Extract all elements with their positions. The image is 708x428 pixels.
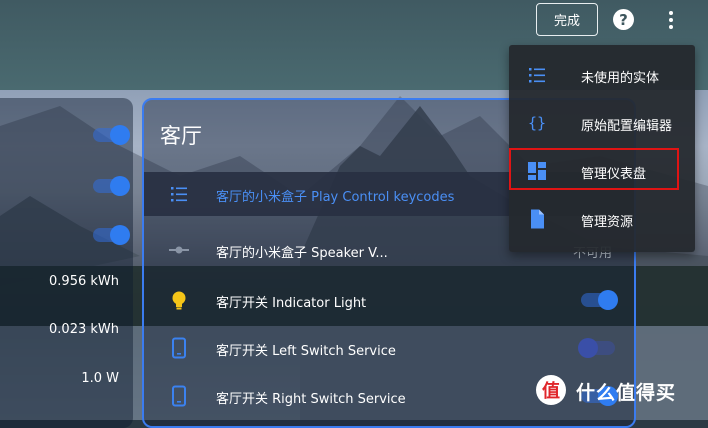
list-icon (171, 187, 187, 202)
entity-label: 客厅的小米盒子 Play Control keycodes (216, 190, 455, 205)
help-icon[interactable]: ? (613, 9, 634, 30)
slider-icon (169, 246, 189, 254)
menu-item-label: 管理资源 (581, 215, 634, 230)
power-value: 1.0 W (81, 371, 119, 386)
svg-text:{}: {} (528, 114, 546, 132)
entity-label: 客厅开关 Left Switch Service (216, 344, 396, 359)
menu-item-unused-entities[interactable]: 未使用的实体 (509, 53, 695, 97)
watermark-text: 什么值得买 (576, 382, 677, 404)
energy-value-1: 0.956 kWh (49, 274, 119, 289)
entity-label: 客厅开关 Indicator Light (216, 296, 367, 311)
highlight-box (509, 148, 679, 190)
left-entities-card: 0.956 kWh 0.023 kWh 1.0 W (0, 98, 133, 428)
file-icon (531, 209, 544, 229)
menu-item-raw-config-editor[interactable]: {} 原始配置编辑器 (509, 101, 695, 145)
indicator-light-toggle[interactable] (581, 290, 618, 310)
menu-item-label: 未使用的实体 (581, 71, 660, 86)
toggle-switch-1[interactable] (93, 125, 130, 145)
watermark-logo: 值 (536, 375, 566, 405)
more-vert-icon[interactable] (660, 7, 682, 33)
entity-row-left-switch[interactable]: 客厅开关 Left Switch Service (144, 326, 634, 370)
card-title: 客厅 (160, 124, 202, 148)
toggle-switch-3[interactable] (93, 225, 130, 245)
done-button[interactable]: 完成 (536, 3, 598, 36)
entity-label: 客厅的小米盒子 Speaker V... (216, 246, 388, 261)
energy-value-2: 0.023 kWh (49, 322, 119, 337)
watermark: 值 什么值得买 (536, 373, 706, 413)
braces-icon: {} (528, 114, 546, 132)
entity-row-indicator-light[interactable]: 客厅开关 Indicator Light (144, 278, 634, 322)
menu-item-label: 原始配置编辑器 (581, 119, 673, 134)
bulb-icon (172, 291, 186, 310)
phone-icon (172, 337, 186, 359)
phone-icon (172, 385, 186, 407)
left-switch-toggle[interactable] (578, 338, 615, 358)
toggle-switch-2[interactable] (93, 176, 130, 196)
menu-item-manage-resources[interactable]: 管理资源 (509, 197, 695, 241)
entity-label: 客厅开关 Right Switch Service (216, 392, 406, 407)
list-icon (529, 68, 545, 83)
